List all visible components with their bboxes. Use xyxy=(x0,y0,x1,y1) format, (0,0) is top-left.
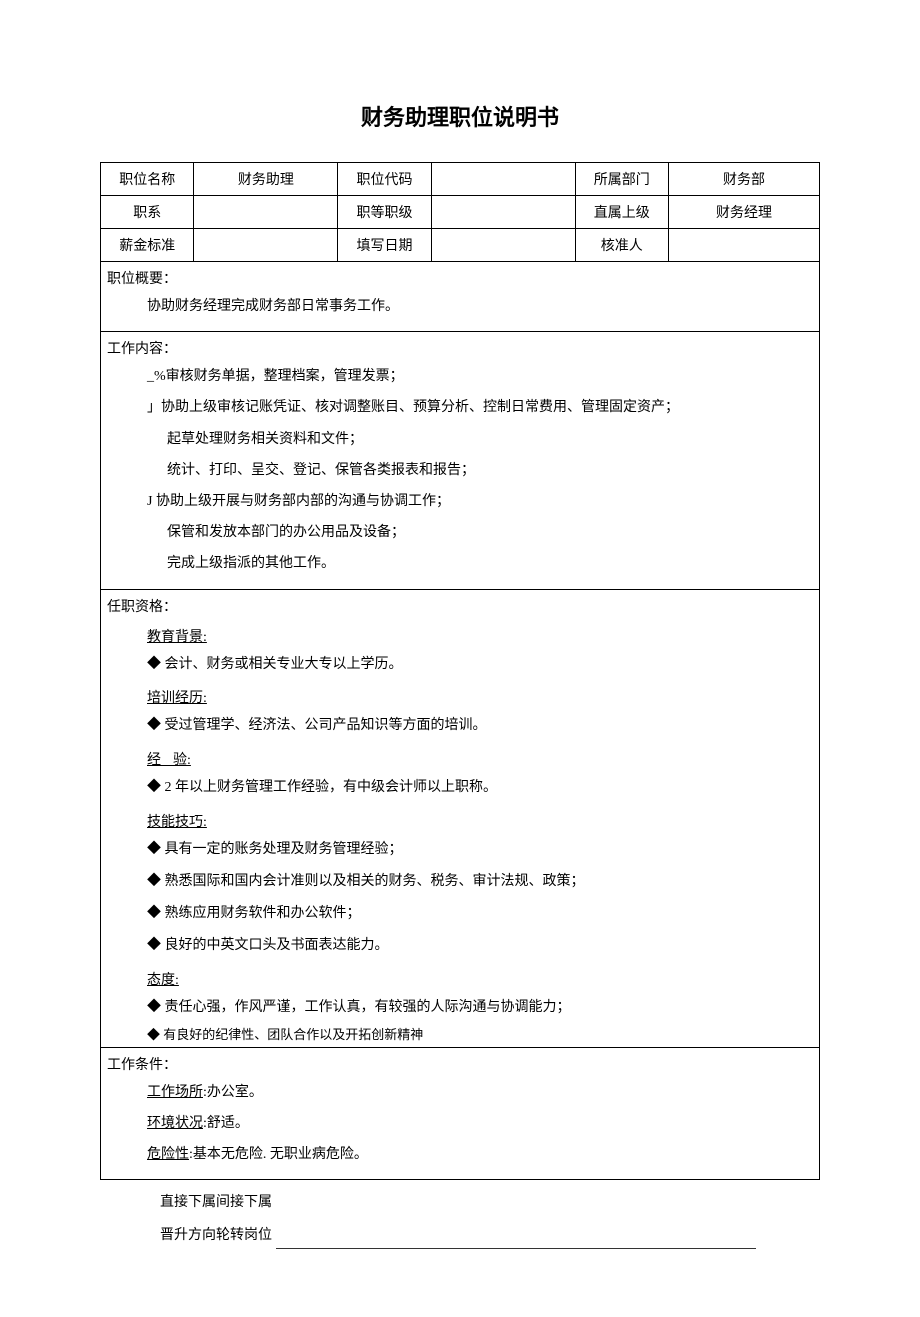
cell-grade-label: 职等职级 xyxy=(338,196,431,229)
cell-position-name-label: 职位名称 xyxy=(101,163,194,196)
condition-environment-value: :舒适。 xyxy=(203,1116,249,1131)
footer-fill-line xyxy=(276,1235,756,1249)
experience-subhead-suffix: 验: xyxy=(173,753,191,768)
experience-item: ◆ 2 年以上财务管理工作经验，有中级会计师以上职称。 xyxy=(107,775,813,801)
qualifications-heading: 任职资格： xyxy=(107,596,813,616)
duty-line: J 协助上级开展与财务部内部的沟通与协调工作； xyxy=(107,489,813,514)
edu-item: ◆ 会计、财务或相关专业大专以上学历。 xyxy=(107,652,813,678)
skill-item: ◆ 具有一定的账务处理及财务管理经验； xyxy=(107,837,813,863)
table-row: 职位名称 财务助理 职位代码 所属部门 财务部 xyxy=(101,163,820,196)
condition-risk-value: :基本无危险. 无职业病危险。 xyxy=(189,1147,368,1162)
skills-subhead: 技能技巧: xyxy=(107,811,813,831)
duty-line: 完成上级指派的其他工作。 xyxy=(107,551,813,576)
cell-grade-value xyxy=(431,196,575,229)
condition-environment: 环境状况:舒适。 xyxy=(107,1111,813,1136)
document-title: 财务助理职位说明书 xyxy=(100,100,820,132)
skill-item: ◆ 良好的中英文口头及书面表达能力。 xyxy=(107,933,813,959)
cell-supervisor-label: 直属上级 xyxy=(575,196,668,229)
experience-subhead: 经验: xyxy=(107,749,813,769)
cell-position-name-value: 财务助理 xyxy=(194,163,338,196)
cell-salary-value xyxy=(194,229,338,262)
footer-promotion: 晋升方向轮转岗位 xyxy=(160,1223,820,1248)
conditions-heading: 工作条件： xyxy=(107,1054,813,1074)
cell-department-value: 财务部 xyxy=(669,163,820,196)
cell-department-label: 所属部门 xyxy=(575,163,668,196)
duties-heading: 工作内容： xyxy=(107,338,813,358)
header-table: 职位名称 财务助理 职位代码 所属部门 财务部 职系 职等职级 直属上级 财务经… xyxy=(100,162,820,262)
duty-line: _%审核财务单据，整理档案，管理发票； xyxy=(107,364,813,389)
footer-subordinates: 直接下属间接下属 xyxy=(160,1190,820,1215)
condition-risk-label: 危险性 xyxy=(147,1147,189,1162)
edu-subhead: 教育背景: xyxy=(107,626,813,646)
condition-location-value: :办公室。 xyxy=(203,1085,263,1100)
training-subhead: 培训经历: xyxy=(107,687,813,707)
cell-series-label: 职系 xyxy=(101,196,194,229)
cell-position-code-value xyxy=(431,163,575,196)
overview-section: 职位概要： 协助财务经理完成财务部日常事务工作。 xyxy=(100,262,820,332)
cell-position-code-label: 职位代码 xyxy=(338,163,431,196)
cell-series-value xyxy=(194,196,338,229)
footer-promotion-label: 晋升方向轮转岗位 xyxy=(160,1228,272,1243)
condition-environment-label: 环境状况 xyxy=(147,1116,203,1131)
duty-line: 统计、打印、呈交、登记、保管各类报表和报告； xyxy=(107,458,813,483)
duty-line: 起草处理财务相关资料和文件； xyxy=(107,427,813,452)
cell-approver-label: 核准人 xyxy=(575,229,668,262)
overview-heading: 职位概要： xyxy=(107,268,813,288)
cell-approver-value xyxy=(669,229,820,262)
cell-date-value xyxy=(431,229,575,262)
table-row: 职系 职等职级 直属上级 财务经理 xyxy=(101,196,820,229)
experience-subhead-prefix: 经 xyxy=(147,753,173,768)
qualifications-section: 任职资格： 教育背景: ◆ 会计、财务或相关专业大专以上学历。 培训经历: ◆ … xyxy=(100,590,820,1048)
attitude-item: ◆ 责任心强，作风严谨，工作认真，有较强的人际沟通与协调能力； xyxy=(107,995,813,1021)
duty-line: 保管和发放本部门的办公用品及设备； xyxy=(107,520,813,545)
skill-item: ◆ 熟悉国际和国内会计准则以及相关的财务、税务、审计法规、政策； xyxy=(107,869,813,895)
conditions-section: 工作条件： 工作场所:办公室。 环境状况:舒适。 危险性:基本无危险. 无职业病… xyxy=(100,1048,820,1181)
condition-location-label: 工作场所 xyxy=(147,1085,203,1100)
footer-lines: 直接下属间接下属 晋升方向轮转岗位 xyxy=(100,1190,820,1248)
cell-salary-label: 薪金标准 xyxy=(101,229,194,262)
table-row: 薪金标准 填写日期 核准人 xyxy=(101,229,820,262)
skill-item: ◆ 熟练应用财务软件和办公软件； xyxy=(107,901,813,927)
attitude-item-truncated: ◆ 有良好的纪律性、团队合作以及开拓创新精神 xyxy=(107,1027,813,1041)
document-page: 财务助理职位说明书 职位名称 财务助理 职位代码 所属部门 财务部 职系 职等职… xyxy=(0,0,920,1317)
cell-date-label: 填写日期 xyxy=(338,229,431,262)
overview-text: 协助财务经理完成财务部日常事务工作。 xyxy=(107,294,813,319)
condition-risk: 危险性:基本无危险. 无职业病危险。 xyxy=(107,1142,813,1167)
cell-supervisor-value: 财务经理 xyxy=(669,196,820,229)
duty-line: 」协助上级审核记账凭证、核对调整账目、预算分析、控制日常费用、管理固定资产； xyxy=(107,395,813,420)
training-item: ◆ 受过管理学、经济法、公司产品知识等方面的培训。 xyxy=(107,713,813,739)
duties-section: 工作内容： _%审核财务单据，整理档案，管理发票； 」协助上级审核记账凭证、核对… xyxy=(100,332,820,589)
condition-location: 工作场所:办公室。 xyxy=(107,1080,813,1105)
attitude-subhead: 态度: xyxy=(107,969,813,989)
